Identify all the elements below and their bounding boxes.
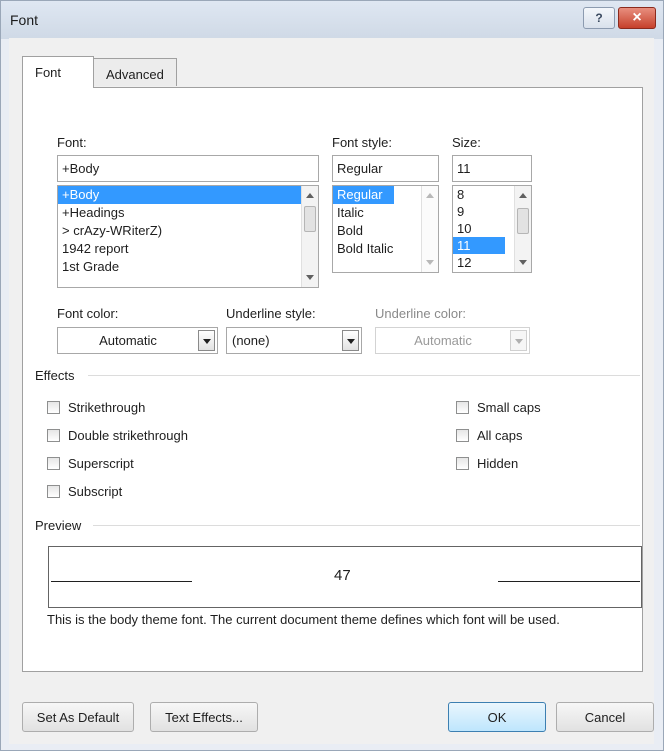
text-effects-button[interactable]: Text Effects... (150, 702, 258, 732)
underline-color-label: Underline color: (375, 306, 467, 321)
tab-font[interactable]: Font (22, 56, 94, 88)
font-color-select[interactable]: Automatic (57, 327, 218, 354)
underline-color-value: Automatic (414, 333, 472, 348)
help-button[interactable]: ? (583, 7, 615, 29)
superscript-label: Superscript (68, 456, 134, 471)
list-item[interactable]: +Headings (58, 204, 318, 222)
close-button[interactable]: × (618, 7, 656, 29)
checkbox-box[interactable] (456, 457, 469, 470)
effects-group-title: Effects (35, 368, 75, 383)
preview-sample-text: 47 (334, 567, 351, 584)
size-list[interactable]: 8 9 10 11 12 (452, 185, 532, 273)
list-item[interactable]: 1st Grade (58, 258, 318, 276)
size-input[interactable]: 11 (452, 155, 532, 182)
preview-divider (93, 525, 640, 526)
checkbox-box[interactable] (47, 401, 60, 414)
preview-right-rule (498, 581, 640, 582)
chevron-down-icon[interactable] (342, 330, 359, 351)
checkbox-box[interactable] (456, 429, 469, 442)
scroll-thumb[interactable] (517, 208, 529, 234)
checkbox-box[interactable] (47, 485, 60, 498)
strikethrough-label: Strikethrough (68, 400, 146, 415)
list-item[interactable]: +Body (58, 186, 301, 204)
effects-divider (88, 375, 640, 376)
tab-advanced-label: Advanced (106, 67, 164, 82)
preview-group-title: Preview (35, 518, 82, 533)
underline-style-label: Underline style: (226, 306, 316, 321)
close-icon: × (632, 9, 642, 26)
double-strikethrough-label: Double strikethrough (68, 428, 188, 443)
font-color-value: Automatic (99, 333, 157, 348)
font-style-scrollbar[interactable] (421, 186, 438, 272)
chevron-down-icon[interactable] (510, 330, 527, 351)
checkbox-box[interactable] (456, 401, 469, 414)
small-caps-label: Small caps (477, 400, 541, 415)
tab-font-label: Font (35, 65, 62, 80)
font-input[interactable]: +Body (57, 155, 319, 182)
scroll-down-icon[interactable] (306, 275, 314, 280)
size-list-scrollbar[interactable] (514, 186, 531, 272)
strikethrough-checkbox[interactable]: Strikethrough (47, 400, 145, 415)
underline-style-value: (none) (232, 333, 270, 348)
scroll-up-icon[interactable] (306, 193, 314, 198)
preview-box: 47 (48, 546, 642, 608)
underline-color-select[interactable]: Automatic (375, 327, 530, 354)
font-label: Font: (57, 135, 87, 150)
set-as-default-button[interactable]: Set As Default (22, 702, 134, 732)
preview-description: This is the body theme font. The current… (47, 612, 560, 627)
font-list[interactable]: +Body +Headings > crAzy-WRiterZ) 1942 re… (57, 185, 319, 288)
title-bar[interactable]: Font ? × (1, 1, 663, 39)
font-style-input[interactable]: Regular (332, 155, 439, 182)
scroll-up-icon[interactable] (519, 193, 527, 198)
hidden-checkbox[interactable]: Hidden (456, 456, 518, 471)
font-list-scrollbar[interactable] (301, 186, 318, 287)
double-strikethrough-checkbox[interactable]: Double strikethrough (47, 428, 188, 443)
subscript-checkbox[interactable]: Subscript (47, 484, 122, 499)
font-style-list[interactable]: Regular Italic Bold Bold Italic (332, 185, 439, 273)
ok-button[interactable]: OK (448, 702, 546, 732)
scroll-down-icon[interactable] (426, 260, 434, 265)
underline-style-select[interactable]: (none) (226, 327, 362, 354)
subscript-label: Subscript (68, 484, 123, 499)
hidden-label: Hidden (477, 456, 519, 471)
chevron-down-icon[interactable] (198, 330, 215, 351)
checkbox-box[interactable] (47, 429, 60, 442)
all-caps-checkbox[interactable]: All caps (456, 428, 523, 443)
font-color-label: Font color: (57, 306, 119, 321)
scroll-up-icon[interactable] (426, 193, 434, 198)
small-caps-checkbox[interactable]: Small caps (456, 400, 541, 415)
font-style-label: Font style: (332, 135, 392, 150)
question-mark-icon: ? (595, 11, 603, 25)
scroll-thumb[interactable] (304, 206, 316, 232)
all-caps-label: All caps (477, 428, 523, 443)
list-item[interactable]: 1942 report (58, 240, 318, 258)
superscript-checkbox[interactable]: Superscript (47, 456, 134, 471)
tab-advanced[interactable]: Advanced (93, 58, 177, 86)
size-label: Size: (452, 135, 481, 150)
cancel-button[interactable]: Cancel (556, 702, 654, 732)
dialog-title: Font (10, 12, 39, 28)
checkbox-box[interactable] (47, 457, 60, 470)
list-item[interactable]: 11 (453, 237, 505, 254)
scroll-down-icon[interactable] (519, 260, 527, 265)
list-item[interactable]: > crAzy-WRiterZ) (58, 222, 318, 240)
list-item[interactable]: Regular (333, 186, 394, 204)
preview-left-rule (51, 581, 192, 582)
